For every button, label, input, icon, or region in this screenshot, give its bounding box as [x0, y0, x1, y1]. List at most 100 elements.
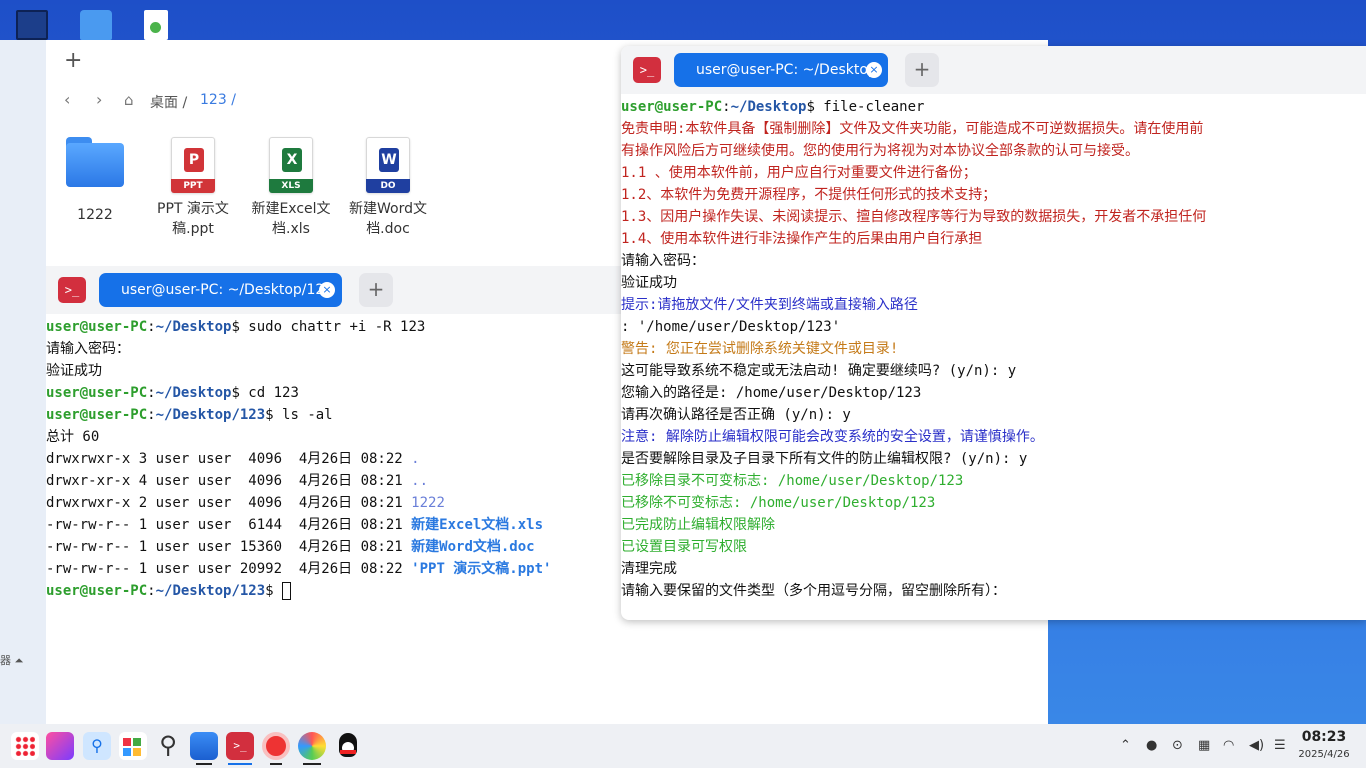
new-tab-icon[interactable]: +: [64, 48, 82, 73]
breadcrumb-123[interactable]: 123 /: [200, 92, 236, 108]
prompt-user: user@user-PC: [46, 583, 148, 599]
tray-expand-icon[interactable]: ⌃: [1120, 738, 1131, 753]
terminal-tab[interactable]: user@user-PC: ~/Desktop ×: [674, 53, 888, 87]
output-text: 是否要解除目录及子目录下所有文件的防止编辑权限? (y/n): y: [621, 451, 1028, 467]
document-desktop-icon[interactable]: [144, 10, 168, 40]
running-indicator: [270, 763, 282, 765]
output-text: 总计 60: [46, 429, 100, 445]
tab-close-icon[interactable]: ×: [866, 62, 882, 78]
terminal-line: user@user-PC:~/Desktop/123$ ls -al: [46, 404, 650, 426]
clock-date[interactable]: 2025/4/26: [1296, 749, 1352, 760]
browser-icon[interactable]: [262, 732, 290, 760]
taskbar: ⚲ ⚲ >_ ⌃ ● ⊙ ▦ ◠ ◀) ☰ 08:23 2025/4/26: [0, 724, 1366, 768]
listing-details: -rw-rw-r-- 1 user user 20992 4月26日 08:22: [46, 561, 412, 577]
prompt-separator: :: [147, 319, 156, 335]
terminal-line: 您输入的路径是: /home/user/Desktop/123: [621, 382, 1366, 404]
output-text: 请再次确认路径是否正确 (y/n): y: [621, 407, 851, 423]
prompt-command: $ sudo chattr +i -R 123: [231, 319, 426, 335]
listing-details: drwxrwxr-x 3 user user 4096 4月26日 08:22: [46, 451, 412, 467]
file-item-1222[interactable]: 1222: [49, 137, 141, 225]
file-manager-taskbar-icon[interactable]: [190, 732, 218, 760]
prompt-separator: :: [147, 407, 156, 423]
launcher-icon[interactable]: [11, 732, 39, 760]
file-item-doc[interactable]: W DO 新建Word文档.doc: [342, 137, 434, 239]
breadcrumb-desktop[interactable]: 桌面 /: [150, 92, 187, 112]
multitask-icon[interactable]: [46, 732, 74, 760]
terminal-line: user@user-PC:~/Desktop$ sudo chattr +i -…: [46, 316, 650, 338]
forward-icon[interactable]: ›: [96, 90, 102, 109]
word-file-icon: W DO: [366, 137, 410, 193]
output-text: : '/home/user/Desktop/123': [621, 319, 841, 335]
prompt-command: $ cd 123: [231, 385, 299, 401]
prompt-path: ~/Desktop: [155, 385, 232, 401]
computer-desktop-icon[interactable]: [16, 10, 48, 40]
terminal-line: drwxrwxr-x 3 user user 4096 4月26日 08:22 …: [46, 448, 650, 470]
terminal-line: 已移除不可变标志: /home/user/Desktop/123: [621, 492, 1366, 514]
folder-desktop-icon[interactable]: [80, 10, 112, 40]
tray-assistant-icon[interactable]: ⊙: [1172, 738, 1183, 753]
listing-details: drwxrwxr-x 2 user user 4096 4月26日 08:21: [46, 495, 412, 511]
listing-name: ..: [411, 473, 429, 489]
terminal-line: 验证成功: [621, 272, 1366, 294]
volume-icon[interactable]: ◀): [1249, 738, 1264, 753]
terminal-line: 1.1 、使用本软件前，用户应自行对重要文件进行备份；: [621, 162, 1366, 184]
terminal-line: 1.4、使用本软件进行非法操作产生的后果由用户自行承担: [621, 228, 1366, 250]
output-text: 1.3、因用户操作失误、未阅读提示、擅自修改程序等行为导致的数据损失，开发者不承…: [621, 209, 1207, 225]
terminal-app-icon: >_: [633, 57, 661, 83]
excel-file-icon: X XLS: [269, 137, 313, 193]
listing-name: .: [411, 451, 420, 467]
image-viewer-icon[interactable]: [298, 732, 326, 760]
terminal-titlebar: >_ user@user-PC: ~/Desktop/123 × +: [46, 266, 650, 314]
tray-keyboard-icon[interactable]: ▦: [1198, 738, 1210, 753]
tab-close-icon[interactable]: ×: [319, 282, 335, 298]
new-terminal-tab-button[interactable]: +: [359, 273, 393, 307]
terminal-line: 清理完成: [621, 558, 1366, 580]
file-manager-sidebar: 器 ⏶: [0, 40, 46, 724]
output-text: 清理完成: [621, 561, 677, 577]
terminal-line: 已移除目录不可变标志: /home/user/Desktop/123: [621, 470, 1366, 492]
prompt-user: user@user-PC: [621, 99, 723, 115]
search-app-icon[interactable]: ⚲: [83, 732, 111, 760]
control-center-icon[interactable]: [119, 732, 147, 760]
output-text: 1.2、本软件为免费开源程序，不提供任何形式的技术支持；: [621, 187, 997, 203]
terminal-line: 已设置目录可写权限: [621, 536, 1366, 558]
terminal-line: 有操作风险后方可继续使用。您的使用行为将视为对本协议全部条款的认可与接受。: [621, 140, 1366, 162]
output-text: 您输入的路径是: /home/user/Desktop/123: [621, 385, 922, 401]
toggle-settings-icon[interactable]: ☰: [1274, 738, 1286, 753]
terminal-line: 请再次确认路径是否正确 (y/n): y: [621, 404, 1366, 426]
search-icon[interactable]: ⚲: [154, 732, 182, 760]
new-terminal-tab-button[interactable]: +: [905, 53, 939, 87]
terminal-line: user@user-PC:~/Desktop$ file-cleaner: [621, 96, 1366, 118]
prompt-separator: :: [147, 583, 156, 599]
prompt-separator: :: [722, 99, 731, 115]
terminal-tab[interactable]: user@user-PC: ~/Desktop/123 ×: [99, 273, 342, 307]
prompt-path: ~/Desktop: [155, 319, 232, 335]
terminal-line: 请输入要保留的文件类型（多个用逗号分隔，留空删除所有）：: [621, 580, 1366, 602]
output-text: 验证成功: [621, 275, 677, 291]
prompt-path: ~/Desktop/123: [155, 583, 266, 599]
tray-qq-icon[interactable]: ●: [1146, 738, 1157, 753]
qq-penguin-icon[interactable]: [334, 732, 362, 760]
clock-time[interactable]: 08:23: [1298, 729, 1350, 745]
prompt-separator: :: [147, 385, 156, 401]
terminal-line: 已完成防止编辑权限解除: [621, 514, 1366, 536]
home-icon[interactable]: ⌂: [124, 91, 134, 109]
output-text: 请输入要保留的文件类型（多个用逗号分隔，留空删除所有）：: [621, 583, 1006, 599]
wifi-icon[interactable]: ◠: [1223, 738, 1234, 753]
terminal-output-right[interactable]: user@user-PC:~/Desktop$ file-cleaner 免责申明…: [621, 96, 1366, 602]
terminal-line: -rw-rw-r-- 1 user user 20992 4月26日 08:22…: [46, 558, 650, 580]
terminal-output-left[interactable]: user@user-PC:~/Desktop$ sudo chattr +i -…: [46, 316, 650, 602]
terminal-taskbar-icon[interactable]: >_: [226, 732, 254, 760]
terminal-line: -rw-rw-r-- 1 user user 15360 4月26日 08:21…: [46, 536, 650, 558]
prompt-user: user@user-PC: [46, 407, 148, 423]
terminal-line: user@user-PC:~/Desktop$ cd 123: [46, 382, 650, 404]
prompt-command: $ ls -al: [265, 407, 333, 423]
output-text: 请输入密码：: [621, 253, 705, 269]
back-icon[interactable]: ‹: [64, 90, 70, 109]
terminal-line: 验证成功: [46, 360, 650, 382]
terminal-line: 这可能导致系统不稳定或无法启动! 确定要继续吗? (y/n): y: [621, 360, 1366, 382]
terminal-window-left: >_ user@user-PC: ~/Desktop/123 × + user@…: [46, 266, 650, 724]
file-item-ppt[interactable]: P PPT PPT 演示文稿.ppt: [147, 137, 239, 239]
output-text: 有操作风险后方可继续使用。您的使用行为将视为对本协议全部条款的认可与接受。: [621, 143, 1139, 159]
file-item-xls[interactable]: X XLS 新建Excel文档.xls: [245, 137, 337, 239]
